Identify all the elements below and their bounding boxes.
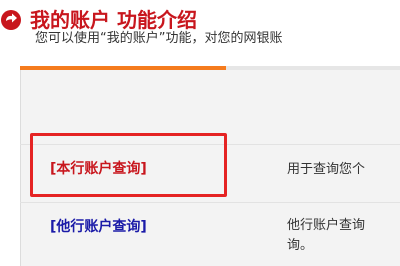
other-bank-account-query-link[interactable]: [他行账户查询]: [50, 218, 147, 236]
red-circle-arrow-icon: [1, 10, 21, 30]
other-bank-account-query-description-line2: 询。: [287, 238, 314, 253]
other-bank-account-query-description-line1: 他行账户查询: [287, 218, 366, 233]
row-divider: [20, 202, 400, 203]
highlight-annotation-box: [30, 133, 227, 197]
page-title: 我的账户 功能介绍: [30, 8, 197, 32]
intro-text: 您可以使用“我的账户”功能，对您的网银账: [35, 31, 283, 46]
own-bank-account-query-description: 用于查询您个: [287, 162, 366, 177]
